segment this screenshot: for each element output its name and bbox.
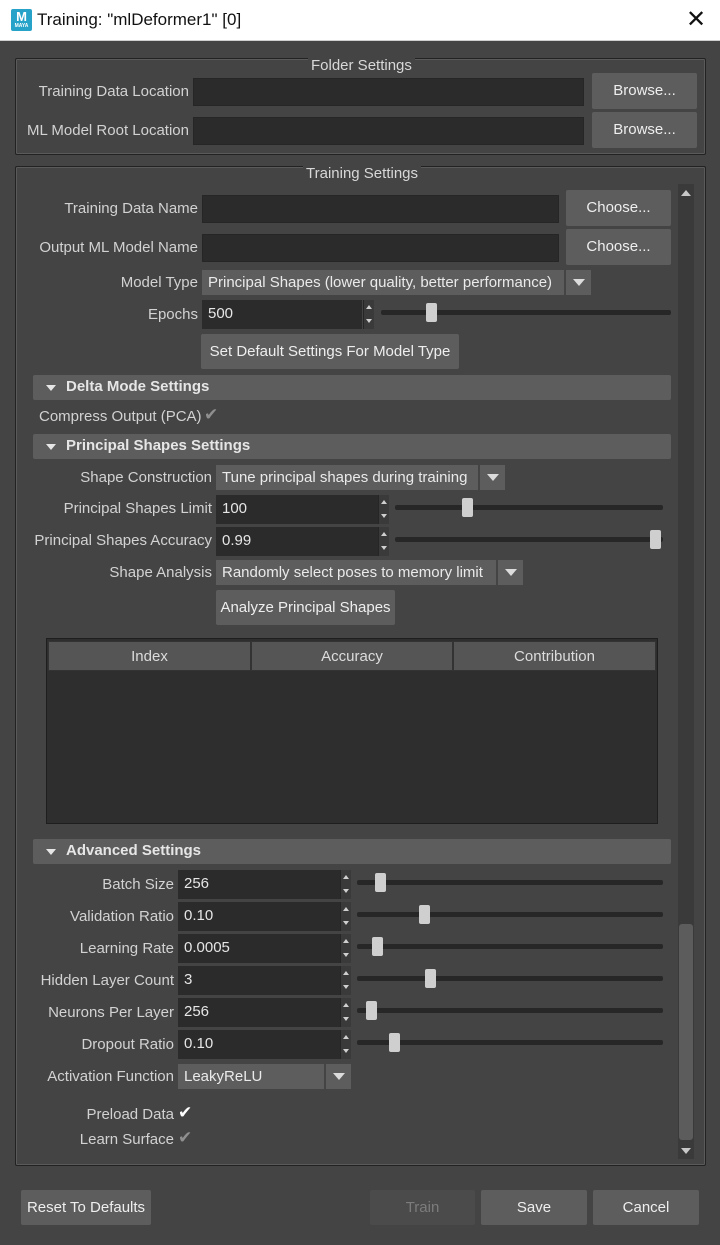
save-button[interactable]: Save	[481, 1190, 587, 1225]
browse-model-root-button[interactable]: Browse...	[592, 112, 697, 148]
principal-shapes-limit-slider-handle[interactable]	[462, 498, 473, 517]
training-settings-title: Training Settings	[303, 165, 422, 182]
hidden-layer-count-slider-track[interactable]	[357, 976, 663, 981]
folder-settings-title: Folder Settings	[308, 57, 415, 74]
neurons-per-layer-slider-track[interactable]	[357, 1008, 663, 1013]
scroll-thumb[interactable]	[679, 924, 693, 1140]
learn-surface-checkbox[interactable]: ✔	[178, 1129, 195, 1146]
chevron-down-icon[interactable]	[497, 560, 523, 585]
principal-shapes-accuracy-spinner[interactable]	[378, 527, 389, 556]
validation-ratio-input[interactable]: 0.10	[178, 902, 340, 931]
reset-to-defaults-button[interactable]: Reset To Defaults	[21, 1190, 151, 1225]
batch-size-slider-track[interactable]	[357, 880, 663, 885]
preload-data-checkbox[interactable]: ✔	[178, 1104, 195, 1121]
shape-construction-label: Shape Construction	[80, 469, 212, 486]
dropout-ratio-input[interactable]: 0.10	[178, 1030, 340, 1059]
principal-shapes-limit-slider-track[interactable]	[395, 505, 663, 510]
principal-shapes-limit-label: Principal Shapes Limit	[63, 500, 212, 517]
neurons-per-layer-input[interactable]: 256	[178, 998, 340, 1027]
batch-size-input[interactable]: 256	[178, 870, 340, 899]
train-button[interactable]: Train	[370, 1190, 475, 1225]
browse-training-data-button[interactable]: Browse...	[592, 73, 697, 109]
window-title: Training: "mlDeformer1" [0]	[37, 10, 242, 29]
delta-mode-section-header[interactable]: Delta Mode Settings	[33, 375, 671, 400]
preload-data-label: Preload Data	[86, 1106, 174, 1123]
training-data-location-label: Training Data Location	[38, 83, 189, 100]
choose-output-model-button[interactable]: Choose...	[566, 229, 671, 265]
column-header-index[interactable]: Index	[48, 641, 251, 671]
epochs-slider-track[interactable]	[381, 310, 671, 315]
shape-construction-select[interactable]: Tune principal shapes during training	[216, 465, 478, 490]
training-data-location-field[interactable]	[193, 78, 584, 106]
icon-letter: M	[16, 9, 27, 24]
epochs-label: Epochs	[147, 306, 198, 323]
maya-app-icon: M MAYA	[11, 9, 32, 31]
learning-rate-slider-handle[interactable]	[372, 937, 383, 956]
icon-sub: MAYA	[14, 23, 29, 29]
epochs-input[interactable]: 500	[202, 300, 362, 329]
principal-shapes-accuracy-label: Principal Shapes Accuracy	[34, 532, 212, 549]
batch-size-slider-handle[interactable]	[375, 873, 386, 892]
dropout-ratio-label: Dropout Ratio	[81, 1036, 174, 1053]
batch-size-spinner[interactable]	[340, 870, 351, 899]
hidden-layer-count-slider-handle[interactable]	[425, 969, 436, 988]
column-header-contribution[interactable]: Contribution	[453, 641, 656, 671]
title-bar: M MAYA Training: "mlDeformer1" [0] ✕	[0, 0, 720, 41]
activation-function-select[interactable]: LeakyReLU	[178, 1064, 324, 1089]
ml-model-root-label: ML Model Root Location	[26, 122, 189, 139]
learn-surface-label: Learn Surface	[79, 1131, 174, 1148]
neurons-per-layer-label: Neurons Per Layer	[48, 1004, 174, 1021]
epochs-spinner[interactable]	[363, 300, 374, 329]
output-model-name-field[interactable]	[202, 234, 559, 262]
ml-model-root-field[interactable]	[193, 117, 584, 145]
chevron-down-icon[interactable]	[479, 465, 505, 490]
compress-output-checkbox[interactable]: ✔	[204, 406, 221, 423]
scroll-up-arrow-icon[interactable]	[679, 186, 693, 198]
hidden-layer-count-input[interactable]: 3	[178, 966, 340, 995]
chevron-down-icon[interactable]	[565, 270, 591, 295]
neurons-per-layer-spinner[interactable]	[340, 998, 351, 1027]
model-type-select[interactable]: Principal Shapes (lower quality, better …	[202, 270, 564, 295]
principal-shapes-accuracy-slider-handle[interactable]	[650, 530, 661, 549]
activation-function-label: Activation Function	[47, 1068, 174, 1085]
set-default-settings-button[interactable]: Set Default Settings For Model Type	[201, 334, 459, 369]
compress-output-label: Compress Output (PCA)	[39, 408, 202, 425]
validation-ratio-label: Validation Ratio	[70, 908, 174, 925]
hidden-layer-count-spinner[interactable]	[340, 966, 351, 995]
choose-training-data-button[interactable]: Choose...	[566, 190, 671, 226]
validation-ratio-slider-handle[interactable]	[419, 905, 430, 924]
chevron-down-icon[interactable]	[325, 1064, 351, 1089]
principal-shapes-limit-input[interactable]: 100	[216, 495, 378, 524]
close-icon[interactable]: ✕	[683, 6, 709, 34]
hidden-layer-count-label: Hidden Layer Count	[40, 972, 174, 989]
principal-shapes-accuracy-slider-track[interactable]	[395, 537, 663, 542]
scroll-down-arrow-icon[interactable]	[679, 1144, 693, 1156]
shape-analysis-label: Shape Analysis	[109, 564, 212, 581]
learning-rate-spinner[interactable]	[340, 934, 351, 963]
training-data-name-field[interactable]	[202, 195, 559, 223]
validation-ratio-slider-track[interactable]	[357, 912, 663, 917]
model-type-label: Model Type	[120, 274, 198, 291]
principal-shapes-accuracy-input[interactable]: 0.99	[216, 527, 378, 556]
analyze-principal-shapes-button[interactable]: Analyze Principal Shapes	[216, 590, 395, 625]
dropout-ratio-slider-handle[interactable]	[389, 1033, 400, 1052]
learning-rate-label: Learning Rate	[79, 940, 174, 957]
output-model-name-label: Output ML Model Name	[39, 239, 198, 256]
batch-size-label: Batch Size	[102, 876, 174, 893]
dropout-ratio-spinner[interactable]	[340, 1030, 351, 1059]
principal-shapes-limit-spinner[interactable]	[378, 495, 389, 524]
learning-rate-slider-track[interactable]	[357, 944, 663, 949]
validation-ratio-spinner[interactable]	[340, 902, 351, 931]
learning-rate-input[interactable]: 0.0005	[178, 934, 340, 963]
epochs-slider-handle[interactable]	[426, 303, 437, 322]
advanced-settings-section-header[interactable]: Advanced Settings	[33, 839, 671, 864]
training-data-name-label: Training Data Name	[64, 200, 198, 217]
neurons-per-layer-slider-handle[interactable]	[366, 1001, 377, 1020]
shape-analysis-select[interactable]: Randomly select poses to memory limit	[216, 560, 496, 585]
dropout-ratio-slider-track[interactable]	[357, 1040, 663, 1045]
cancel-button[interactable]: Cancel	[593, 1190, 699, 1225]
column-header-accuracy[interactable]: Accuracy	[251, 641, 453, 671]
principal-shapes-section-header[interactable]: Principal Shapes Settings	[33, 434, 671, 459]
